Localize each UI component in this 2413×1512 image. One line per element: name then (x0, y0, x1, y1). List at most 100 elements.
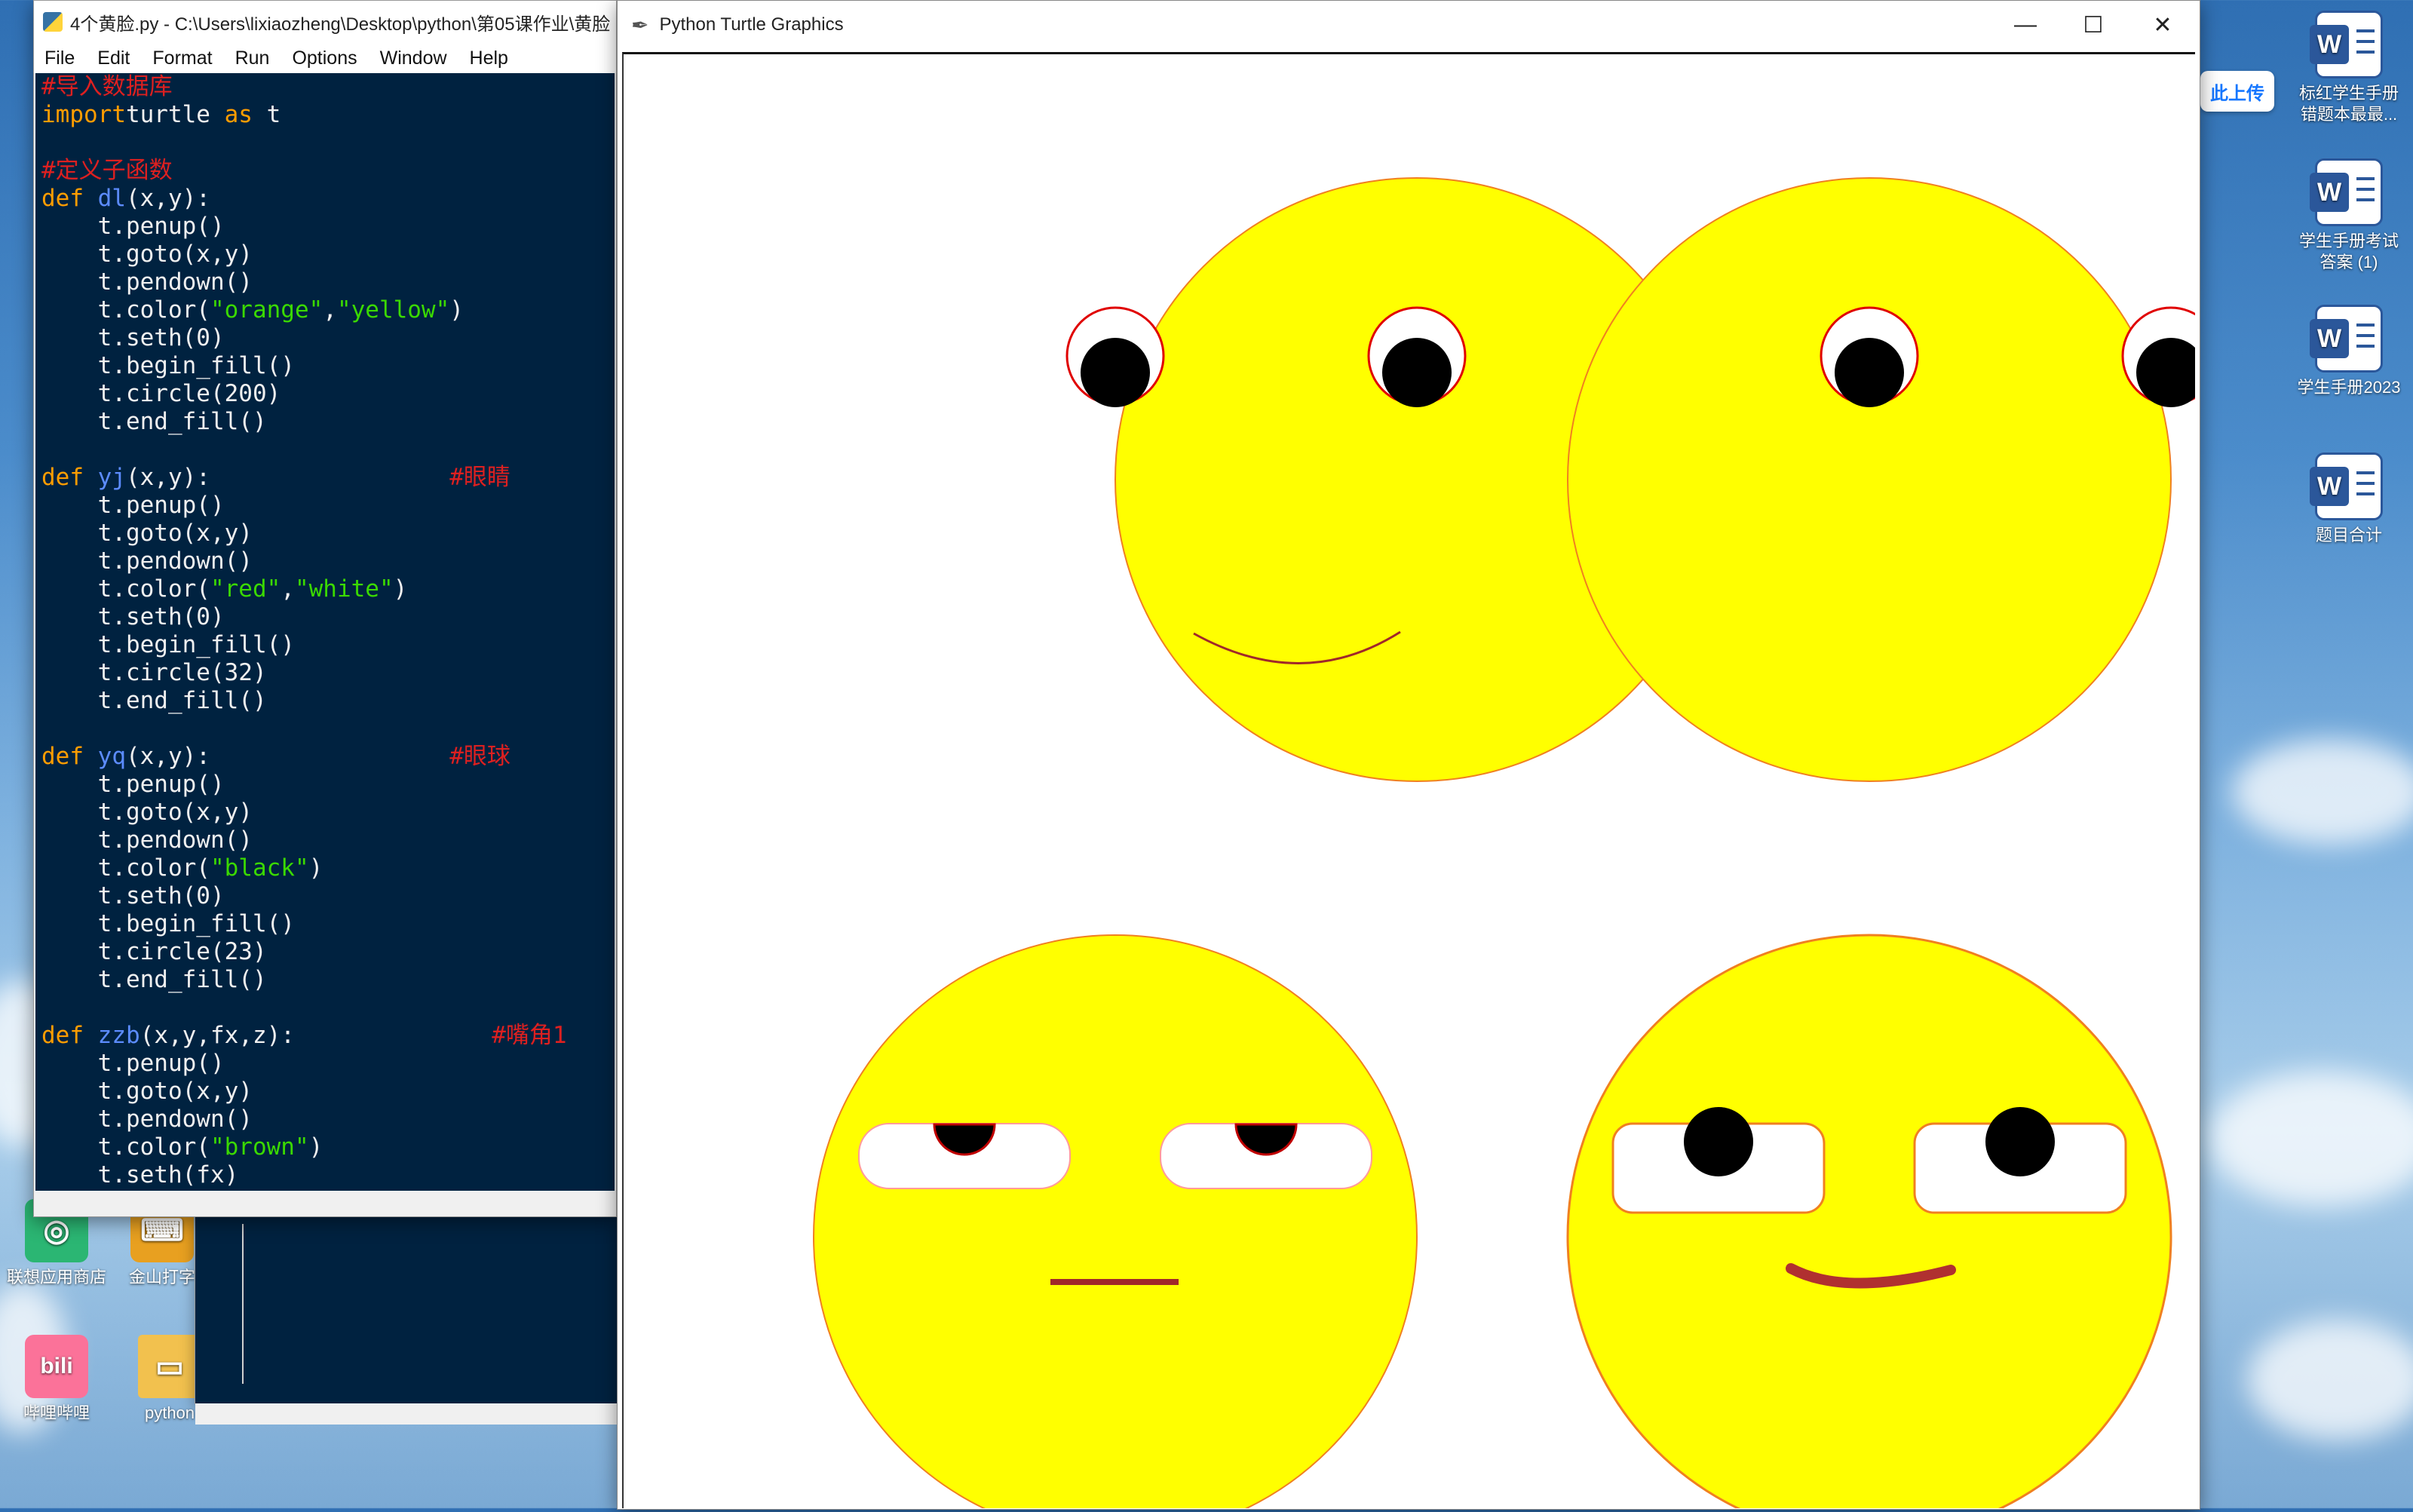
word-icon: W (2310, 158, 2383, 226)
word-icon: W (2310, 452, 2383, 520)
menu-edit[interactable]: Edit (97, 48, 130, 69)
desktop-icon-word-2[interactable]: W 学生手册考试答案 (1) (2292, 158, 2405, 273)
code-line: t.seth(0) (35, 324, 615, 352)
code-line: t.color("black") (35, 854, 615, 882)
code-line: t.begin_fill() (35, 910, 615, 938)
desktop-icon-word-4[interactable]: W 题目合计 (2292, 452, 2405, 546)
code-token: t.penup() (41, 771, 225, 798)
menu-file[interactable]: File (44, 48, 75, 69)
menu-run[interactable]: Run (235, 48, 270, 69)
code-token: t.pendown() (41, 547, 253, 575)
code-line: t.seth(fx) (35, 1161, 615, 1189)
menu-window[interactable]: Window (380, 48, 447, 69)
code-token: t.seth(0) (41, 603, 225, 630)
code-token: (x,y): (125, 185, 210, 212)
python-shell-window[interactable] (195, 1216, 618, 1425)
menu-help[interactable]: Help (470, 48, 508, 69)
code-token: , (281, 575, 295, 603)
code-token: ) (449, 296, 464, 324)
feather-icon: ✒ (631, 13, 649, 37)
code-line: importturtle as t (35, 101, 615, 129)
turtle-graphics-window[interactable]: ✒ Python Turtle Graphics — ☐ ✕ (617, 0, 2221, 1512)
code-token: t.end_fill() (41, 966, 267, 993)
face-circle (1567, 177, 2172, 782)
folder-icon: ▭ (138, 1335, 201, 1398)
idle-editor-window[interactable]: 4个黄脸.py - C:\Users\lixiaozheng\Desktop\p… (33, 0, 617, 1217)
code-token: (x,y,fx,z): (140, 1022, 492, 1049)
code-line: t.pendown() (35, 827, 615, 854)
code-line: t.circle(200) (35, 380, 615, 408)
code-token: t.pendown() (41, 827, 253, 854)
code-line: t.begin_fill() (35, 352, 615, 380)
code-token: t.goto(x,y) (41, 1078, 253, 1105)
editor-scrollbar-area (35, 1191, 615, 1216)
desktop-icon-label: 联想应用商店 (6, 1268, 106, 1287)
code-token: t.color( (41, 854, 210, 882)
code-token: t.end_fill() (41, 408, 267, 435)
code-token: "black" (210, 854, 309, 882)
code-token: t.penup() (41, 492, 225, 519)
code-token: t.color( (41, 296, 210, 324)
desktop-icon-label: 题目合计 (2315, 526, 2382, 544)
menu-format[interactable]: Format (152, 48, 212, 69)
code-token: t.end_fill() (41, 687, 267, 714)
code-line: def zzb(x,y,fx,z): #嘴角1 (35, 1022, 615, 1050)
wallpaper-cloud (2232, 739, 2413, 845)
desktop-icon-bilibili[interactable]: bili 哔哩哔哩 (0, 1335, 113, 1424)
code-token: t.goto(x,y) (41, 241, 253, 268)
code-token: def (41, 1022, 98, 1049)
face-smirk (1566, 934, 2172, 1512)
mouth-flat (1050, 1279, 1179, 1285)
code-editor[interactable]: #导入数据库 importturtle as t #定义子函数 def dl(x,y)… (35, 73, 615, 1191)
face-unimpressed (813, 934, 1418, 1512)
code-token: "yellow" (336, 296, 450, 324)
code-line: t.color("orange","yellow") (35, 296, 615, 324)
code-token: ) (393, 575, 408, 603)
close-button[interactable]: ✕ (2129, 1, 2197, 49)
code-token: t.begin_fill() (41, 910, 295, 937)
turtle-titlebar[interactable]: ✒ Python Turtle Graphics (618, 1, 2200, 49)
desktop-icon-word-1[interactable]: W 标红学生手册错题本最最... (2292, 11, 2405, 125)
idle-menubar: File Edit Format Run Options Window Help (34, 43, 616, 73)
turtle-canvas[interactable] (622, 52, 2221, 1512)
code-line: def dl(x,y): (35, 185, 615, 213)
code-token: "orange" (210, 296, 323, 324)
code-line: t.penup() (35, 771, 615, 799)
desktop-icon-label: 哔哩哔哩 (23, 1403, 90, 1422)
word-icon: W (2310, 305, 2383, 373)
code-line: t.penup() (35, 1050, 615, 1078)
code-token: t.color( (41, 575, 210, 603)
turtle-drawing (813, 177, 2221, 1512)
upload-badge[interactable]: 此上传 (2200, 71, 2274, 112)
code-token: #导入数据库 (41, 73, 173, 100)
code-token: #定义子函数 (41, 157, 173, 184)
code-line: def yj(x,y): #眼睛 (35, 464, 615, 492)
code-line: t.end_fill() (35, 966, 615, 994)
code-token: t.begin_fill() (41, 631, 295, 658)
code-token: t.circle(200) (41, 380, 281, 407)
code-line: t.penup() (35, 492, 615, 520)
minimize-button[interactable]: — (1991, 1, 2059, 49)
code-token: yj (97, 464, 126, 491)
code-token: as (224, 101, 253, 128)
code-token: #嘴角1 (492, 1022, 567, 1049)
code-token: , (323, 296, 337, 324)
idle-titlebar[interactable]: 4个黄脸.py - C:\Users\lixiaozheng\Desktop\p… (34, 1, 616, 43)
code-line: t.end_fill() (35, 687, 615, 715)
desktop-icon-label: 学生手册考试答案 (1) (2298, 232, 2399, 271)
desktop-icon-word-3[interactable]: W 学生手册2023 (2292, 305, 2405, 398)
shell-status-bar (195, 1403, 618, 1425)
code-line: t.color("red","white") (35, 575, 615, 603)
desktop-icon-label: 学生手册2023 (2297, 378, 2401, 397)
code-token: #眼睛 (449, 464, 511, 491)
code-line: t.goto(x,y) (35, 1078, 615, 1106)
code-token: t.pendown() (41, 1106, 253, 1133)
eye-pupil (1985, 1107, 2055, 1176)
menu-options[interactable]: Options (292, 48, 357, 69)
code-line: #导入数据库 (35, 73, 615, 101)
maximize-button[interactable]: ☐ (2059, 1, 2127, 49)
eye-pupil (1684, 1107, 1753, 1176)
code-token: (x,y): (125, 743, 450, 770)
code-token: t.penup() (41, 1050, 225, 1077)
